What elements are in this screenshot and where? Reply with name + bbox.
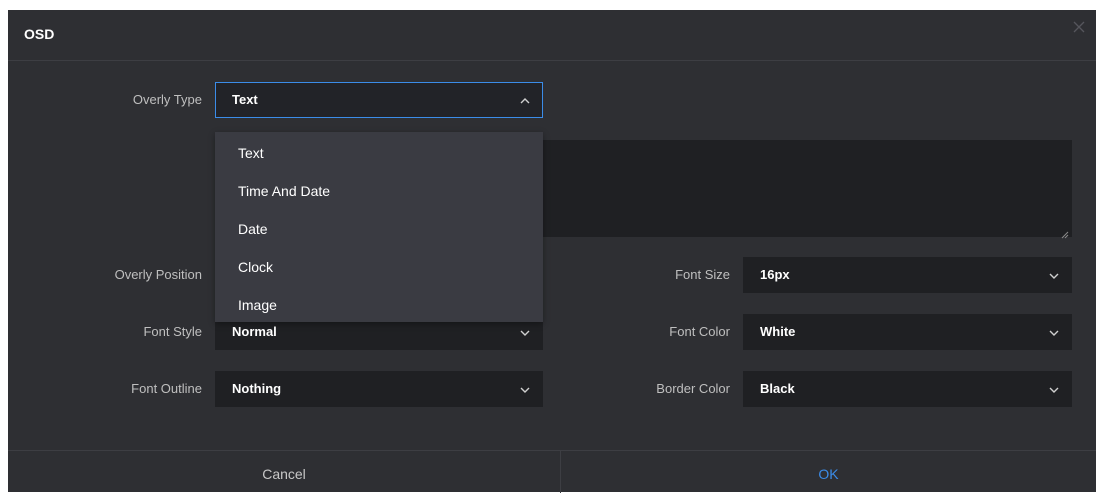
dropdown-option-date[interactable]: Date: [215, 210, 543, 248]
dropdown-option-time-and-date[interactable]: Time And Date: [215, 172, 543, 210]
font-outline-label: Font Outline: [131, 381, 202, 396]
cancel-button[interactable]: Cancel: [8, 451, 561, 493]
font-color-value: White: [760, 324, 796, 339]
chevron-down-icon: [1048, 269, 1060, 281]
overlay-type-value: Text: [232, 92, 258, 107]
dropdown-option-image[interactable]: Image: [215, 286, 543, 324]
dropdown-option-clock[interactable]: Clock: [215, 248, 543, 286]
ok-button[interactable]: OK: [561, 451, 1096, 493]
chevron-down-icon: [519, 383, 531, 395]
dropdown-option-text[interactable]: Text: [215, 134, 543, 172]
chevron-down-icon: [1048, 383, 1060, 395]
font-style-label: Font Style: [143, 324, 202, 339]
overlay-type-select[interactable]: Text: [215, 82, 543, 118]
font-size-value: 16px: [760, 267, 790, 282]
overlay-type-label: Overly Type: [132, 92, 202, 107]
overlay-type-dropdown: Text Time And Date Date Clock Image: [215, 132, 543, 322]
osd-dialog: OSD Overly Type Text Overly Position Fon…: [8, 10, 1096, 493]
close-icon[interactable]: [1072, 20, 1086, 34]
overlay-position-label: Overly Position: [114, 267, 202, 282]
dialog-header: OSD: [8, 10, 1096, 61]
dialog-footer: Cancel OK: [8, 450, 1096, 493]
chevron-down-icon: [519, 326, 531, 338]
dialog-title: OSD: [24, 26, 55, 42]
font-color-select[interactable]: White: [743, 314, 1072, 350]
font-outline-select[interactable]: Nothing: [215, 371, 543, 407]
font-size-select[interactable]: 16px: [743, 257, 1072, 293]
border-color-select[interactable]: Black: [743, 371, 1072, 407]
font-color-label: Font Color: [669, 324, 730, 339]
font-outline-value: Nothing: [232, 381, 282, 396]
chevron-down-icon: [1048, 326, 1060, 338]
chevron-up-icon: [519, 94, 531, 106]
border-color-label: Border Color: [656, 381, 730, 396]
resize-handle-icon[interactable]: [1061, 226, 1069, 239]
font-size-label: Font Size: [675, 267, 730, 282]
border-color-value: Black: [760, 381, 795, 396]
